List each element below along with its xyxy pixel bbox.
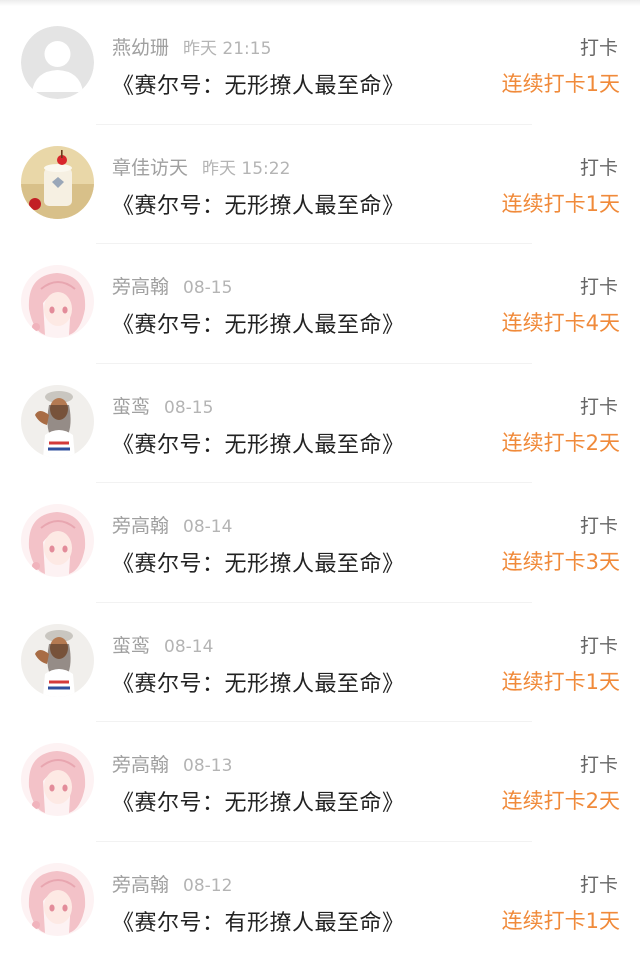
avatar[interactable] [21, 504, 94, 577]
streak-text: 连续打卡1天 [502, 666, 620, 696]
list-item[interactable]: 蛮鸾 08-15 《赛尔号：无形撩人最至命》 打卡 连续打卡2天 [0, 364, 640, 484]
user-name[interactable]: 燕幼珊 [112, 37, 169, 59]
streak-text: 连续打卡1天 [502, 905, 620, 935]
user-name[interactable]: 旁高翰 [112, 276, 169, 298]
checkin-label: 打卡 [580, 870, 618, 897]
streak-text: 连续打卡1天 [502, 68, 620, 98]
book-title[interactable]: 《赛尔号：无形撩人最至命》 [112, 188, 405, 220]
checkin-label: 打卡 [580, 631, 618, 658]
book-title[interactable]: 《赛尔号：无形撩人最至命》 [112, 546, 405, 578]
anime-girl-avatar-icon [21, 863, 94, 936]
checkin-label: 打卡 [580, 33, 618, 60]
avatar[interactable] [21, 863, 94, 936]
checkin-label: 打卡 [580, 511, 618, 538]
checkin-time: 08-15 [183, 278, 232, 298]
list-item[interactable]: 旁高翰 08-15 《赛尔号：无形撩人最至命》 打卡 连续打卡4天 [0, 244, 640, 364]
user-name[interactable]: 蛮鸾 [112, 396, 150, 418]
drink-photo-avatar-icon [21, 146, 94, 219]
checkin-label: 打卡 [580, 153, 618, 180]
streak-text: 连续打卡2天 [502, 427, 620, 457]
avatar[interactable] [21, 385, 94, 458]
book-title[interactable]: 《赛尔号：无形撩人最至命》 [112, 427, 405, 459]
checkin-time: 08-14 [183, 517, 232, 537]
checkin-label: 打卡 [580, 750, 618, 777]
user-name[interactable]: 旁高翰 [112, 515, 169, 537]
user-name[interactable]: 章佳访天 [112, 157, 188, 179]
avatar[interactable] [21, 146, 94, 219]
list-item[interactable]: 旁高翰 08-12 《赛尔号：有形撩人最至命》 打卡 连续打卡1天 [0, 842, 640, 961]
user-name[interactable]: 旁高翰 [112, 754, 169, 776]
woman-photo-avatar-icon [21, 624, 94, 697]
user-name[interactable]: 旁高翰 [112, 874, 169, 896]
book-title[interactable]: 《赛尔号：无形撩人最至命》 [112, 666, 405, 698]
default-avatar-icon [21, 26, 94, 99]
checkin-time: 昨天 15:22 [202, 159, 290, 179]
book-title[interactable]: 《赛尔号：无形撩人最至命》 [112, 68, 405, 100]
checkin-time: 08-13 [183, 756, 232, 776]
book-title[interactable]: 《赛尔号：无形撩人最至命》 [112, 307, 405, 339]
user-name[interactable]: 蛮鸾 [112, 635, 150, 657]
streak-text: 连续打卡4天 [502, 307, 620, 337]
checkin-label: 打卡 [580, 392, 618, 419]
anime-girl-avatar-icon [21, 743, 94, 816]
streak-text: 连续打卡2天 [502, 785, 620, 815]
list-item[interactable]: 燕幼珊昨天 21:15 《赛尔号：无形撩人最至命》 打卡 连续打卡1天 [0, 5, 640, 125]
checkin-time: 昨天 21:15 [183, 39, 271, 59]
checkin-time: 08-12 [183, 876, 232, 896]
list-item[interactable]: 旁高翰 08-13 《赛尔号：无形撩人最至命》 打卡 连续打卡2天 [0, 722, 640, 842]
anime-girl-avatar-icon [21, 265, 94, 338]
anime-girl-avatar-icon [21, 504, 94, 577]
checkin-list: 燕幼珊昨天 21:15 《赛尔号：无形撩人最至命》 打卡 连续打卡1天 章佳访天… [0, 5, 640, 961]
list-item[interactable]: 章佳访天昨天 15:22 《赛尔号：无形撩人最至命》 打卡 连续打卡1天 [0, 125, 640, 245]
checkin-time: 08-14 [164, 637, 213, 657]
woman-photo-avatar-icon [21, 385, 94, 458]
streak-text: 连续打卡1天 [502, 188, 620, 218]
checkin-label: 打卡 [580, 272, 618, 299]
avatar[interactable] [21, 743, 94, 816]
book-title[interactable]: 《赛尔号：有形撩人最至命》 [112, 905, 405, 937]
avatar[interactable] [21, 26, 94, 99]
list-item[interactable]: 旁高翰 08-14 《赛尔号：无形撩人最至命》 打卡 连续打卡3天 [0, 483, 640, 603]
checkin-time: 08-15 [164, 398, 213, 418]
book-title[interactable]: 《赛尔号：无形撩人最至命》 [112, 785, 405, 817]
streak-text: 连续打卡3天 [502, 546, 620, 576]
avatar[interactable] [21, 265, 94, 338]
avatar[interactable] [21, 624, 94, 697]
list-item[interactable]: 蛮鸾 08-14 《赛尔号：无形撩人最至命》 打卡 连续打卡1天 [0, 603, 640, 723]
